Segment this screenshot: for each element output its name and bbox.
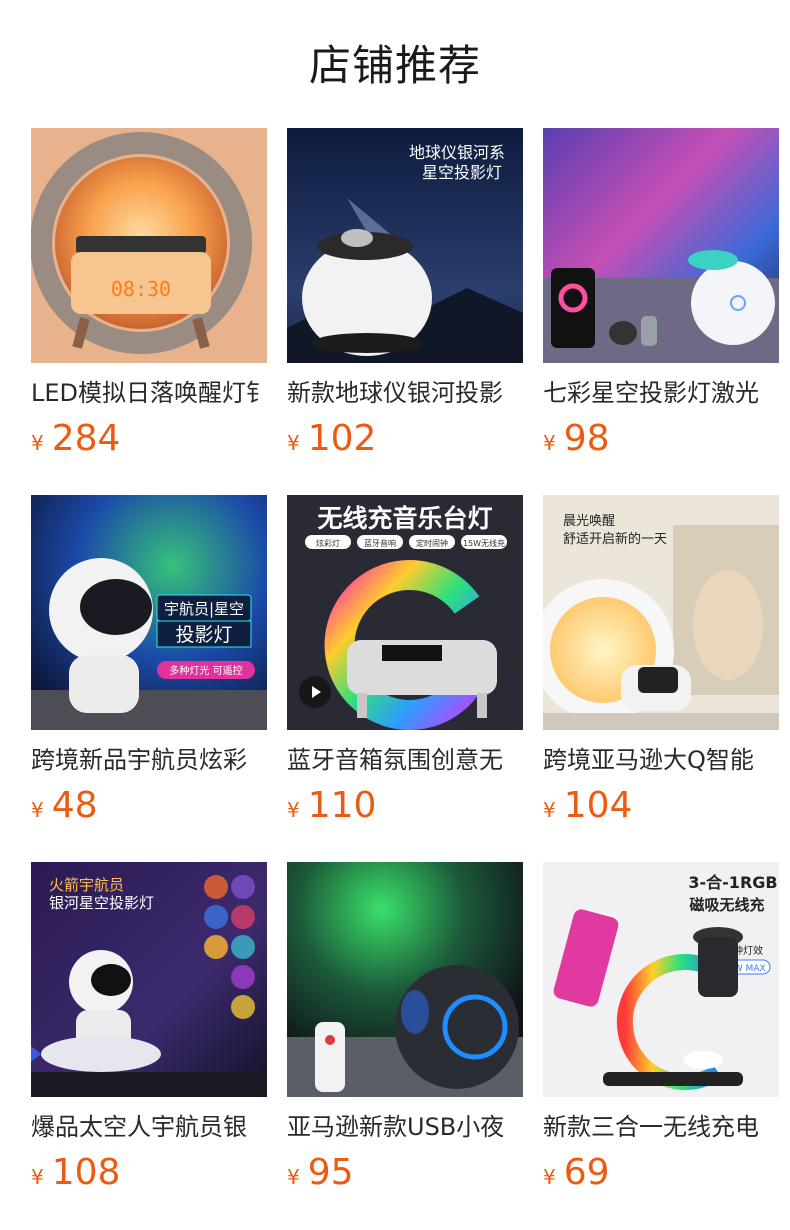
price-value: 69: [563, 1152, 610, 1193]
price-value: 110: [307, 785, 377, 826]
image-caption: 多种灯光 可遥控: [169, 664, 242, 677]
currency-symbol: ¥: [543, 431, 556, 455]
currency-symbol: ¥: [287, 1165, 300, 1189]
product-price: ¥284: [31, 419, 267, 459]
image-caption: 磁吸无线充: [689, 896, 764, 914]
image-caption: 无线充音乐台灯: [317, 504, 492, 533]
currency-symbol: ¥: [31, 798, 44, 822]
product-image-sunrise-lamp[interactable]: 08:30: [31, 128, 267, 363]
image-caption: 定时闹钟: [416, 538, 448, 548]
product-grid: 08:30 LED模拟日落唤醒灯钅 ¥284 地球仪银河系 星空投影灯 新款地球…: [31, 128, 790, 1228]
product-price: ¥95: [287, 1153, 523, 1193]
product-card[interactable]: 宇航员|星空 投影灯 多种灯光 可遥控 跨境新品宇航员炫彩 ¥48: [31, 495, 267, 826]
product-name[interactable]: 亚马逊新款USB小夜: [287, 1111, 523, 1143]
product-name[interactable]: LED模拟日落唤醒灯钅: [31, 377, 267, 409]
product-name[interactable]: 七彩星空投影灯激光: [543, 377, 779, 409]
image-caption: 宇航员|星空: [164, 600, 244, 618]
product-image-astronaut-projector[interactable]: 宇航员|星空 投影灯 多种灯光 可遥控: [31, 495, 267, 730]
product-name[interactable]: 跨境新品宇航员炫彩: [31, 744, 267, 776]
image-caption: 15W无线充: [463, 538, 505, 548]
image-caption: 炫彩灯: [316, 538, 340, 548]
image-caption: 晨光唤醒: [563, 514, 615, 529]
product-price: ¥48: [31, 786, 267, 826]
product-price: ¥69: [543, 1153, 779, 1193]
product-card[interactable]: 3-合-1RGB 磁吸无线充 六种灯效 15W MAX 新款三合一无线充电 ¥6…: [543, 862, 779, 1193]
product-image-usb-night-light[interactable]: [287, 862, 523, 1097]
image-caption: 银河星空投影灯: [49, 894, 154, 912]
price-value: 284: [51, 418, 121, 459]
product-card[interactable]: 08:30 LED模拟日落唤醒灯钅 ¥284: [31, 128, 267, 459]
product-card[interactable]: 七彩星空投影灯激光 ¥98: [543, 128, 779, 459]
product-image-galaxy-projector[interactable]: [543, 128, 779, 363]
section-title: 店铺推荐: [308, 41, 481, 90]
product-name[interactable]: 蓝牙音箱氛围创意无: [287, 744, 523, 776]
image-caption: 舒适开启新的一天: [563, 531, 667, 547]
product-price: ¥104: [543, 786, 779, 826]
product-name[interactable]: 新款地球仪银河投影: [287, 377, 523, 409]
product-image-rocket-astronaut[interactable]: 火箭宇航员 银河星空投影灯: [31, 862, 267, 1097]
product-name[interactable]: 跨境亚马逊大Q智能: [543, 744, 779, 776]
price-value: 95: [307, 1152, 354, 1193]
product-price: ¥110: [287, 786, 523, 826]
image-caption: 投影灯: [175, 624, 232, 646]
product-price: ¥108: [31, 1153, 267, 1193]
svg-text:08:30: 08:30: [111, 277, 171, 301]
product-card[interactable]: 晨光唤醒 舒适开启新的一天 跨境亚马逊大Q智能 ¥104: [543, 495, 779, 826]
currency-symbol: ¥: [543, 798, 556, 822]
product-name[interactable]: 爆品太空人宇航员银: [31, 1111, 267, 1143]
currency-symbol: ¥: [287, 798, 300, 822]
image-caption: 星空投影灯: [422, 163, 502, 182]
product-image-3in1-wireless-charger[interactable]: 3-合-1RGB 磁吸无线充 六种灯效 15W MAX: [543, 862, 779, 1097]
image-caption: 火箭宇航员: [49, 876, 124, 894]
product-card[interactable]: 地球仪银河系 星空投影灯 新款地球仪银河投影 ¥102: [287, 128, 523, 459]
product-price: ¥102: [287, 419, 523, 459]
product-image-globe-projector[interactable]: 地球仪银河系 星空投影灯: [287, 128, 523, 363]
product-card[interactable]: 亚马逊新款USB小夜 ¥95: [287, 862, 523, 1193]
product-card[interactable]: 无线充音乐台灯 炫彩灯 蓝牙音响 定时闹钟 15W无线充 蓝牙音箱氛围创意无 ¥…: [287, 495, 523, 826]
currency-symbol: ¥: [543, 1165, 556, 1189]
product-image-music-lamp[interactable]: 无线充音乐台灯 炫彩灯 蓝牙音响 定时闹钟 15W无线充: [287, 495, 523, 730]
price-value: 98: [563, 418, 610, 459]
price-value: 102: [307, 418, 377, 459]
currency-symbol: ¥: [31, 1165, 44, 1189]
price-value: 104: [563, 785, 633, 826]
product-price: ¥98: [543, 419, 779, 459]
image-caption: 3-合-1RGB: [688, 873, 777, 892]
currency-symbol: ¥: [31, 431, 44, 455]
price-value: 108: [51, 1152, 121, 1193]
play-video-icon[interactable]: [299, 676, 331, 708]
product-name[interactable]: 新款三合一无线充电: [543, 1111, 779, 1143]
product-card[interactable]: 火箭宇航员 银河星空投影灯 爆品太空人宇航员银 ¥108: [31, 862, 267, 1193]
currency-symbol: ¥: [287, 431, 300, 455]
price-value: 48: [51, 785, 98, 826]
image-caption: 蓝牙音响: [364, 538, 396, 548]
image-caption: 地球仪银河系: [409, 143, 505, 162]
product-image-q-smart-lamp[interactable]: 晨光唤醒 舒适开启新的一天: [543, 495, 779, 730]
